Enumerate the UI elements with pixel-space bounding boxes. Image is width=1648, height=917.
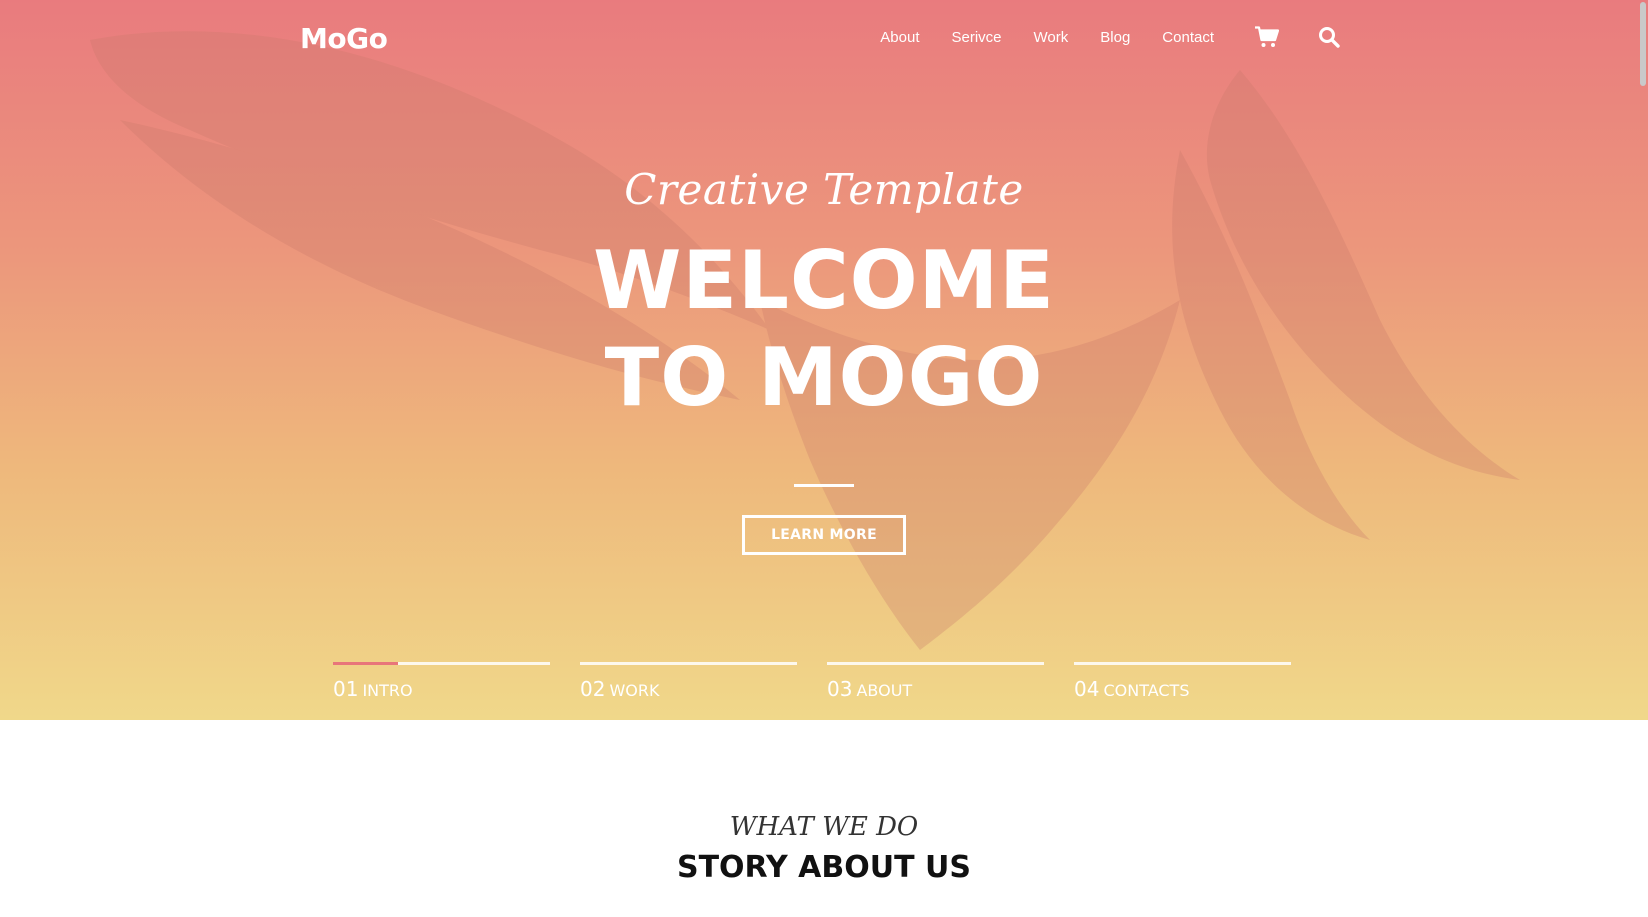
slide-progress-bar [827, 662, 1044, 665]
hero-title-line1: WELCOME [593, 234, 1055, 327]
slide-label: CONTACTS [1103, 681, 1190, 700]
site-header: MoGo About Serivce Work Blog Contact [300, 18, 1342, 64]
about-section: WHAT WE DO STORY ABOUT US [0, 812, 1648, 885]
slide-progress-fill [333, 662, 399, 665]
hero-tagline: Creative Template [624, 165, 1024, 214]
cart-icon[interactable] [1254, 24, 1280, 50]
slide-progress-bar [580, 662, 797, 665]
nav-link-contact[interactable]: Contact [1162, 29, 1214, 46]
slide-indicator-intro[interactable]: 01 INTRO [333, 662, 550, 702]
slide-progress-bar [333, 662, 550, 665]
slide-indicator-contacts[interactable]: 04 CONTACTS [1074, 662, 1291, 702]
main-nav: About Serivce Work Blog Contact [848, 24, 1342, 50]
nav-link-blog[interactable]: Blog [1100, 29, 1130, 46]
slide-indicator-work[interactable]: 02 WORK [580, 662, 797, 702]
nav-link-about[interactable]: About [880, 29, 919, 46]
slide-indicator-about[interactable]: 03 ABOUT [827, 662, 1044, 702]
hero-title: WELCOME TO MOGO [0, 232, 1648, 426]
learn-more-button[interactable]: LEARN MORE [742, 515, 906, 555]
slide-label: ABOUT [856, 681, 913, 700]
hero-content: Creative Template WELCOME TO MOGO LEARN … [0, 165, 1648, 555]
hero-title-line2: TO MOGO [604, 331, 1044, 424]
slide-number: 03 [827, 677, 853, 701]
slide-label: INTRO [362, 681, 413, 700]
about-subtitle: WHAT WE DO [729, 812, 919, 842]
about-title: STORY ABOUT US [676, 850, 972, 885]
slide-indicators: 01 INTRO 02 WORK 03 ABOUT 04 CONTACTS [333, 662, 1291, 702]
nav-link-service[interactable]: Serivce [952, 29, 1002, 46]
hero-divider [794, 484, 854, 487]
slide-progress-bar [1074, 662, 1291, 665]
slide-label: WORK [609, 681, 660, 700]
logo[interactable]: MoGo [300, 22, 388, 55]
page-scrollbar[interactable] [1636, 0, 1648, 917]
slide-number: 04 [1074, 677, 1100, 701]
scrollbar-thumb[interactable] [1640, 2, 1646, 86]
nav-link-work[interactable]: Work [1034, 29, 1069, 46]
search-icon[interactable] [1316, 24, 1342, 50]
slide-number: 02 [580, 677, 606, 701]
slide-number: 01 [333, 677, 359, 701]
hero-section: MoGo About Serivce Work Blog Contact Cre… [0, 0, 1648, 720]
